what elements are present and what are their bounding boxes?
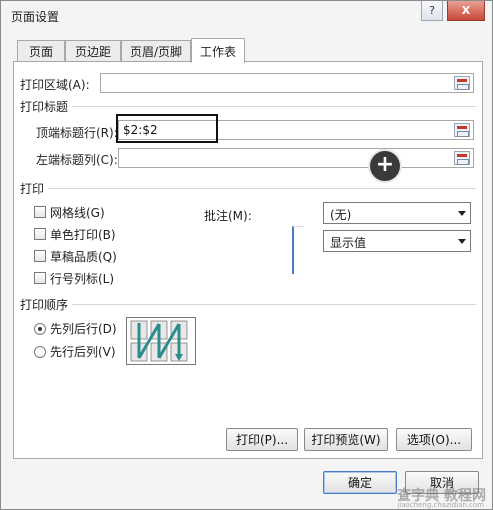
divider	[48, 188, 476, 189]
rows-to-repeat-label: 顶端标题行(R):	[36, 126, 118, 140]
page-order-preview	[126, 317, 196, 365]
tab-page[interactable]: 页面	[17, 40, 65, 62]
help-button[interactable]: ?	[421, 1, 443, 21]
print-button[interactable]: 打印(P)...	[226, 428, 298, 451]
sheet-panel: 打印区域(A): 打印标题 顶端标题行(R): $2:$2 左端标题列(C): …	[13, 61, 483, 459]
chevron-down-icon	[458, 211, 466, 216]
mono-label: 单色打印(B)	[50, 228, 116, 242]
errors-select[interactable]: 显示值	[323, 230, 471, 252]
headings-label: 行号列标(L)	[50, 272, 115, 286]
gridlines-label: 网格线(G)	[50, 206, 105, 220]
range-select-icon[interactable]	[454, 76, 470, 90]
print-titles-section: 打印标题	[20, 100, 69, 114]
cols-to-repeat-input[interactable]	[118, 148, 474, 168]
tab-sheet[interactable]: 工作表	[191, 38, 245, 63]
comments-select-value: (无)	[330, 208, 352, 222]
down-then-over-radio[interactable]	[34, 323, 46, 335]
highlight-box	[116, 114, 218, 143]
over-then-down-label: 先行后列(V)	[50, 345, 116, 359]
window-title: 页面设置	[11, 10, 60, 24]
chevron-down-icon	[458, 239, 466, 244]
watermark-url: jiaocheng.chazidian.com	[397, 501, 484, 509]
page-order-section: 打印顺序	[20, 298, 69, 312]
print-area-label: 打印区域(A):	[20, 78, 90, 92]
title-bar: 页面设置 ? X	[1, 1, 492, 31]
print-preview-button[interactable]: 打印预览(W)	[304, 428, 388, 451]
draft-label: 草稿品质(Q)	[50, 250, 117, 264]
close-button[interactable]: X	[447, 1, 485, 21]
comments-label: 批注(M):	[204, 209, 252, 223]
divider	[72, 106, 476, 107]
ok-button[interactable]: 确定	[323, 471, 397, 494]
print-area-input[interactable]	[100, 73, 474, 93]
down-then-over-label: 先列后行(D)	[50, 322, 117, 336]
errors-select-value: 显示值	[330, 236, 367, 250]
headings-checkbox[interactable]	[34, 272, 46, 284]
options-button[interactable]: 选项(O)...	[396, 428, 472, 451]
gridlines-checkbox[interactable]	[34, 206, 46, 218]
over-then-down-radio[interactable]	[34, 346, 46, 358]
ui-fragment	[292, 226, 304, 274]
cols-to-repeat-label: 左端标题列(C):	[36, 153, 118, 167]
range-select-icon[interactable]	[454, 151, 470, 165]
comments-select[interactable]: (无)	[323, 202, 471, 224]
divider	[72, 304, 476, 305]
print-section: 打印	[20, 182, 45, 196]
page-setup-dialog: 页面设置 ? X 页面 页边距 页眉/页脚 工作表 打印区域(A): 打印标题 …	[0, 0, 493, 510]
page-order-icon	[130, 320, 188, 362]
range-select-icon[interactable]	[454, 123, 470, 137]
mono-checkbox[interactable]	[34, 228, 46, 240]
draft-checkbox[interactable]	[34, 250, 46, 262]
tab-margins[interactable]: 页边距	[65, 40, 121, 62]
plus-circle-icon: +	[370, 151, 400, 181]
tab-header-footer[interactable]: 页眉/页脚	[121, 40, 191, 62]
